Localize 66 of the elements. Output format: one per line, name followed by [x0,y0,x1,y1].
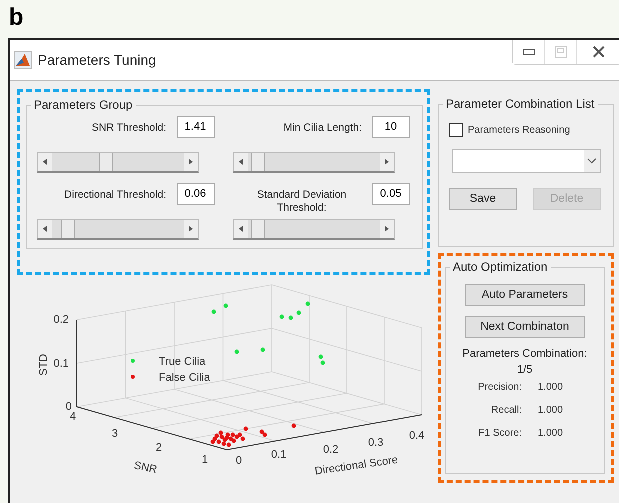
legend-label: False Cilia [159,372,210,384]
tick-label: 4 [70,411,76,423]
field-label: Standard Deviation Threshold: [256,188,348,215]
slider[interactable] [232,152,394,173]
combination-value: 1/5 [517,364,533,376]
input-field[interactable]: 0.05 [372,183,410,205]
tick-label: 0.2 [323,444,339,456]
close-icon [593,46,605,58]
metric-label: F1 Score: [478,428,522,439]
metric-label: Precision: [477,382,522,393]
field-label: Min Cilia Length: [284,121,362,135]
metric-label: Recall: [490,405,522,416]
slider-thumb[interactable] [99,153,114,171]
tick-label: 2 [156,442,162,454]
metric-value: 1.000 [538,405,564,416]
tick-label: 0 [66,401,72,413]
field-label: Directional Threshold: [64,188,166,202]
tick-label: 0.2 [54,314,69,326]
input-field[interactable]: 10 [372,116,410,138]
window-title: Parameters Tuning [38,52,158,68]
tick-label: 0.3 [368,437,384,449]
tick-label: 0 [236,455,242,467]
group-title: Parameter Combination List [445,97,596,111]
data-point [280,314,284,320]
data-point [296,310,302,316]
input-field[interactable]: 1.41 [176,116,214,138]
group-title: Parameters Group [33,98,134,112]
legend-label: True Cilia [159,356,206,368]
tick-label: 0.1 [271,449,287,461]
axis-label: SNR [133,460,158,476]
app-icon [14,51,32,69]
data-point [260,348,266,352]
data-point [288,316,294,320]
chevron-icon [587,158,597,164]
minimize-button[interactable] [513,40,545,64]
input-field[interactable]: 0.06 [176,183,214,205]
figure-label: b [8,3,25,33]
panel-button[interactable]: Save [449,188,517,210]
slider[interactable] [37,219,199,240]
slider-thumb[interactable] [251,153,266,171]
slider[interactable] [232,219,394,240]
data-point [306,302,310,306]
slider-thumb[interactable] [251,220,266,238]
combination-label: Parameters Combination: [462,348,588,360]
data-point [224,304,228,308]
axis-label: Directional Score [314,454,399,478]
action-button[interactable]: Next Combinaton [465,316,585,338]
tick-label: 0.4 [409,430,425,442]
group-title: Auto Optimization [452,260,549,274]
metric-value: 1.000 [538,382,564,393]
slider-thumb[interactable] [61,220,76,238]
data-point [234,350,240,354]
checkbox[interactable] [449,123,463,137]
data-point [212,310,216,314]
field-label: SNR Threshold: [92,121,166,135]
maximize-icon [554,46,566,58]
axis-label: STD [38,354,50,376]
action-button[interactable]: Auto Parameters [465,284,585,306]
tick-label: 0.1 [54,358,69,370]
metric-value: 1.000 [538,428,564,439]
checkbox-label: Parameters Reasoning [468,124,570,136]
data-point [292,424,296,428]
slider[interactable] [37,152,199,173]
minimize-icon [522,48,534,56]
tick-label: 1 [202,454,208,466]
tick-label: 3 [112,428,118,440]
